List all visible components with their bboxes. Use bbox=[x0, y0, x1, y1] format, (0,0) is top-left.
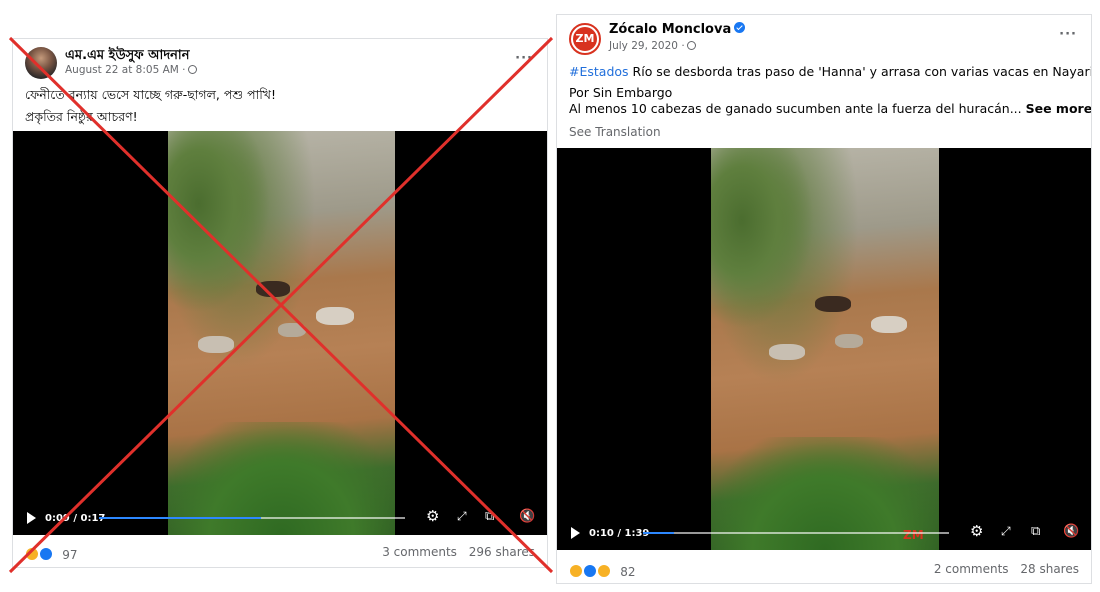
verified-icon bbox=[734, 22, 746, 33]
avatar[interactable] bbox=[25, 47, 57, 79]
video-player[interactable]: ZM 0:10 / 1:39 ⚙ ⤢ ⧉ 🔇 bbox=[557, 148, 1091, 550]
video-time: 0:09 / 0:17 bbox=[45, 513, 106, 524]
more-options-button[interactable]: ··· bbox=[515, 51, 533, 66]
comments-count[interactable]: 2 comments bbox=[934, 562, 1009, 576]
hashtag-link[interactable]: #Estados bbox=[569, 64, 629, 79]
post-stats: 2 comments 28 shares bbox=[926, 562, 1079, 576]
post-text-line: ফেনীতে বন্যায় ভেসে যাচ্ছে গরু-ছাগল, পশু… bbox=[25, 87, 276, 102]
video-progress-bar[interactable] bbox=[99, 517, 405, 519]
post-meta: August 22 at 8:05 AM · bbox=[65, 64, 197, 76]
globe-icon bbox=[686, 41, 696, 50]
settings-icon[interactable]: ⚙ bbox=[426, 509, 439, 524]
avatar[interactable]: ZM bbox=[569, 23, 601, 55]
author-name-text[interactable]: Zócalo Monclova bbox=[609, 22, 731, 37]
video-progress-bar[interactable] bbox=[643, 532, 949, 534]
picture-in-picture-icon[interactable]: ⧉ bbox=[1031, 524, 1040, 539]
care-reaction-icon bbox=[569, 564, 583, 578]
more-options-button[interactable]: ··· bbox=[1059, 27, 1077, 42]
post-left: এম.এম ইউসুফ আদনান August 22 at 8:05 AM ·… bbox=[12, 38, 548, 568]
author-name[interactable]: Zócalo Monclova bbox=[609, 22, 746, 37]
video-frame bbox=[168, 131, 395, 535]
video-progress-fill bbox=[99, 517, 262, 519]
post-text: Río se desborda tras paso de 'Hanna' y a… bbox=[632, 64, 1092, 79]
wow-reaction-icon bbox=[597, 564, 612, 578]
post-right: ZM Zócalo Monclova July 29, 2020 · ··· #… bbox=[556, 14, 1092, 584]
video-time: 0:10 / 1:39 bbox=[589, 528, 650, 539]
reactions[interactable]: 82 bbox=[569, 561, 636, 580]
post-date[interactable]: August 22 at 8:05 AM · bbox=[65, 64, 186, 76]
post-footer: 97 3 comments 296 shares bbox=[13, 536, 547, 566]
post-text-line: প্রকৃতির নিষ্ঠুর আচরণ! bbox=[25, 109, 138, 124]
see-more-link[interactable]: See more bbox=[1026, 101, 1091, 116]
post-text-line: Al menos 10 cabezas de ganado sucumben a… bbox=[569, 101, 1091, 116]
reactions[interactable]: 97 bbox=[25, 544, 77, 563]
reaction-count: 97 bbox=[62, 548, 78, 562]
post-text-line: Por Sin Embargo bbox=[569, 85, 673, 100]
picture-in-picture-icon[interactable]: ⧉ bbox=[485, 509, 494, 524]
settings-icon[interactable]: ⚙ bbox=[970, 524, 983, 539]
volume-muted-icon[interactable]: 🔇 bbox=[519, 509, 535, 524]
volume-muted-icon[interactable]: 🔇 bbox=[1063, 524, 1079, 539]
video-frame: ZM bbox=[711, 148, 939, 550]
play-icon[interactable] bbox=[571, 527, 580, 539]
play-icon[interactable] bbox=[27, 512, 36, 524]
post-meta: July 29, 2020 · bbox=[609, 40, 696, 52]
see-translation-link[interactable]: See Translation bbox=[569, 125, 661, 139]
globe-icon bbox=[187, 65, 197, 74]
post-text: Al menos 10 cabezas de ganado sucumben a… bbox=[569, 101, 1022, 116]
post-header: ZM Zócalo Monclova July 29, 2020 · ··· bbox=[557, 15, 1091, 57]
like-reaction-icon bbox=[583, 564, 598, 578]
post-footer: 82 2 comments 28 shares bbox=[557, 553, 1091, 583]
care-reaction-icon bbox=[25, 547, 39, 561]
video-controls: 0:09 / 0:17 ⚙ ⤢ ⧉ 🔇 bbox=[13, 501, 547, 535]
post-date[interactable]: July 29, 2020 · bbox=[609, 40, 685, 52]
video-player[interactable]: 0:09 / 0:17 ⚙ ⤢ ⧉ 🔇 bbox=[13, 131, 547, 535]
post-stats: 3 comments 296 shares bbox=[374, 545, 535, 559]
reaction-count: 82 bbox=[620, 565, 636, 579]
video-controls: 0:10 / 1:39 ⚙ ⤢ ⧉ 🔇 bbox=[557, 516, 1091, 550]
post-text-line: #Estados Río se desborda tras paso de 'H… bbox=[569, 64, 1092, 79]
shares-count[interactable]: 28 shares bbox=[1020, 562, 1079, 576]
post-header: এম.এম ইউসুফ আদনান August 22 at 8:05 AM ·… bbox=[13, 39, 547, 81]
fullscreen-icon[interactable]: ⤢ bbox=[1001, 524, 1011, 539]
fullscreen-icon[interactable]: ⤢ bbox=[457, 509, 467, 524]
like-reaction-icon bbox=[39, 547, 54, 561]
avatar-logo-text: ZM bbox=[573, 27, 597, 51]
video-progress-fill bbox=[643, 532, 674, 534]
shares-count[interactable]: 296 shares bbox=[469, 545, 535, 559]
comments-count[interactable]: 3 comments bbox=[382, 545, 457, 559]
